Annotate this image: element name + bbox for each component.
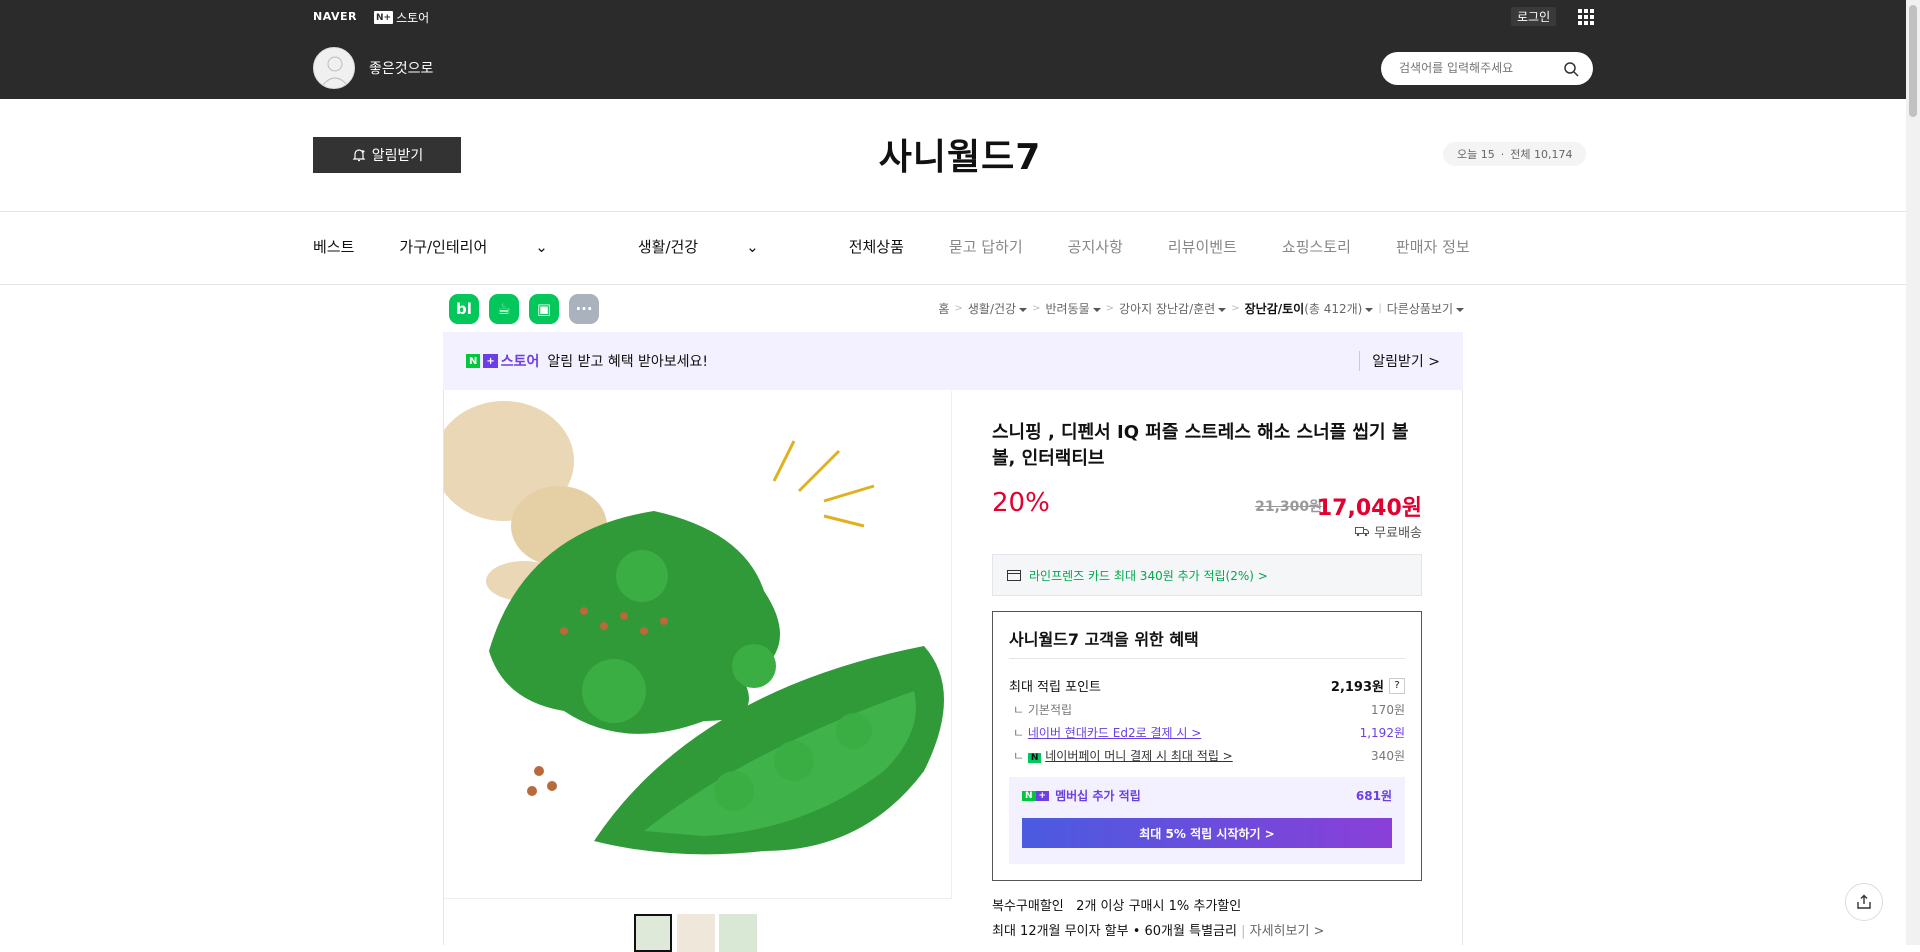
thumbnail[interactable] bbox=[634, 914, 672, 952]
installment-more-link[interactable]: 자세히보기 > bbox=[1250, 924, 1325, 939]
more-icon[interactable]: ··· bbox=[569, 294, 599, 324]
breadcrumb-living[interactable]: 생활/건강 bbox=[968, 300, 1028, 317]
discount-rate: 20% bbox=[992, 488, 1050, 518]
thumbnail[interactable] bbox=[677, 914, 715, 952]
npay-row: ㄴ N 네이버페이 머니 결제 시 최대 적립 > 340원 bbox=[1013, 749, 1405, 763]
nav-item-review-event[interactable]: 리뷰이벤트 bbox=[1168, 236, 1237, 257]
nav-item-all[interactable]: 전체상품 bbox=[849, 236, 904, 257]
membership-row: N + 멤버십 추가 적립 681원 bbox=[1022, 787, 1392, 804]
max-points-row: 최대 적립 포인트 2,193원 ? bbox=[1009, 676, 1405, 695]
caret-down-icon bbox=[1218, 307, 1227, 312]
scrollbar[interactable] bbox=[1906, 0, 1920, 945]
product-image[interactable] bbox=[444, 391, 952, 899]
top-bar: NAVER N+ 스토어 로그인 좋은것으로 bbox=[0, 0, 1920, 99]
hyundai-card-link[interactable]: 네이버 현대카드 Ed2로 결제 시 > bbox=[1028, 726, 1201, 740]
search-icon[interactable] bbox=[1563, 61, 1579, 77]
apps-grid-icon[interactable] bbox=[1578, 9, 1594, 25]
help-icon[interactable]: ? bbox=[1389, 677, 1405, 694]
cafe-share-icon[interactable]: ☕ bbox=[489, 294, 519, 324]
total-count: 전체 10,174 bbox=[1510, 148, 1573, 161]
visitor-counter: 오늘 15 · 전체 10,174 bbox=[1443, 142, 1587, 166]
chevron-down-icon: ⌄ bbox=[535, 237, 548, 256]
installment-row: 최대 12개월 무이자 할부 • 60개월 특별금리 | 자세히보기 > bbox=[992, 924, 1325, 939]
product-title: 스니핑 , 디펜서 IQ 퍼즐 스트레스 해소 스너플 씹기 볼 볼, 인터랙티… bbox=[992, 422, 1409, 469]
banner-alarm-link[interactable]: 알림받기 > bbox=[1359, 351, 1440, 371]
caret-down-icon bbox=[1019, 307, 1028, 312]
breadcrumb-dog-toy[interactable]: 강아지 장난감/훈련 bbox=[1119, 300, 1227, 317]
bookmark-share-icon[interactable]: ▣ bbox=[529, 294, 559, 324]
share-icons: bl ☕ ▣ ··· bbox=[449, 294, 599, 324]
card-benefit-text: 라인프렌즈 카드 최대 340원 추가 적립(2%) > bbox=[1029, 568, 1268, 583]
today-count: 오늘 15 bbox=[1457, 148, 1495, 161]
search-input[interactable] bbox=[1399, 61, 1559, 75]
npay-icon: N bbox=[1027, 753, 1042, 763]
nav-item-best[interactable]: 베스트 bbox=[313, 236, 354, 257]
breadcrumb: 홈 > 생활/건강 > 반려동물 > 강아지 장난감/훈련 > 장난감/토이(총… bbox=[938, 300, 1464, 317]
membership-start-button[interactable]: 최대 5% 적립 시작하기 > bbox=[1022, 818, 1392, 848]
breadcrumb-pet[interactable]: 반려동물 bbox=[1045, 300, 1101, 317]
original-price: 21,300원 bbox=[1255, 499, 1322, 515]
category-nav: 베스트 가구/인테리어 ⌄ 생활/건강 ⌄ 전체상품 묻고 답하기 공지사항 리뷰이… bbox=[313, 236, 1515, 257]
seller-name[interactable]: 좋은것으로 bbox=[369, 58, 433, 78]
naver-logo[interactable]: NAVER bbox=[313, 10, 357, 23]
share-icon bbox=[1857, 894, 1871, 909]
shipping-info: 무료배송 bbox=[1355, 522, 1422, 541]
other-products-dropdown[interactable]: 다른상품보기 bbox=[1387, 300, 1464, 317]
blog-share-icon[interactable]: bl bbox=[449, 294, 479, 324]
thumbnail[interactable] bbox=[719, 914, 757, 952]
store-title: 사니월드7 bbox=[878, 137, 1042, 178]
product-info: 스니핑 , 디펜서 IQ 퍼즐 스트레스 해소 스너플 씹기 볼 볼, 인터랙티… bbox=[992, 420, 1422, 541]
breadcrumb-current[interactable]: 장난감/토이(총 412개) bbox=[1245, 300, 1374, 317]
search-box[interactable] bbox=[1381, 52, 1593, 85]
avatar[interactable] bbox=[313, 47, 355, 89]
nplus-badge: N+ bbox=[374, 11, 394, 24]
membership-box: N + 멤버십 추가 적립 681원 최대 5% 적립 시작하기 > bbox=[1009, 777, 1405, 864]
nav-item-notice[interactable]: 공지사항 bbox=[1068, 236, 1123, 257]
login-button[interactable]: 로그인 bbox=[1511, 7, 1557, 26]
caret-down-icon bbox=[1365, 307, 1374, 312]
breadcrumb-home[interactable]: 홈 bbox=[938, 300, 949, 317]
nav-item-furniture[interactable]: 가구/인테리어 ⌄ bbox=[399, 236, 592, 257]
caret-down-icon bbox=[1092, 307, 1101, 312]
banner-text: 알림 받고 혜택 받아보세요! bbox=[547, 354, 709, 370]
price-row: 20% 21,300원 17,040원 bbox=[992, 488, 1422, 522]
benefit-title: 사니월드7 고객을 위한 혜택 bbox=[1009, 630, 1199, 649]
thumbnail-strip bbox=[444, 898, 952, 952]
caret-down-icon bbox=[1456, 307, 1464, 312]
nplus-banner: N + 스토어 알림 받고 혜택 받아보세요! 알림받기 > bbox=[443, 332, 1463, 390]
truck-icon bbox=[1355, 527, 1370, 537]
credit-card-icon bbox=[1007, 569, 1021, 581]
nplus-store-brand: N + 스토어 bbox=[466, 351, 539, 371]
share-button[interactable] bbox=[1845, 883, 1883, 921]
chevron-down-icon: ⌄ bbox=[746, 237, 759, 256]
basic-points-row: ㄴ 기본적립 170원 bbox=[1013, 703, 1405, 717]
nplus-store-logo[interactable]: N+ 스토어 bbox=[374, 9, 429, 26]
sale-price: 17,040원 bbox=[1316, 496, 1422, 521]
benefit-box: 사니월드7 고객을 위한 혜택 최대 적립 포인트 2,193원 ? ㄴ 기본적… bbox=[992, 611, 1422, 881]
npay-link[interactable]: 네이버페이 머니 결제 시 최대 적립 > bbox=[1045, 749, 1233, 763]
bulk-discount-row: 복수구매할인 2개 이상 구매시 1% 추가할인 bbox=[992, 899, 1242, 914]
nplus-store-label: 스토어 bbox=[396, 11, 430, 25]
hyundai-card-row: ㄴ 네이버 현대카드 Ed2로 결제 시 > 1,192원 bbox=[1013, 726, 1405, 740]
nav-item-seller-info[interactable]: 판매자 정보 bbox=[1396, 236, 1470, 257]
nav-item-shopping-story[interactable]: 쇼핑스토리 bbox=[1282, 236, 1351, 257]
nav-item-qna[interactable]: 묻고 답하기 bbox=[949, 236, 1023, 257]
card-benefit-row[interactable]: 라인프렌즈 카드 최대 340원 추가 적립(2%) > bbox=[992, 554, 1422, 596]
nav-item-living[interactable]: 생활/건강 ⌄ bbox=[638, 236, 804, 257]
